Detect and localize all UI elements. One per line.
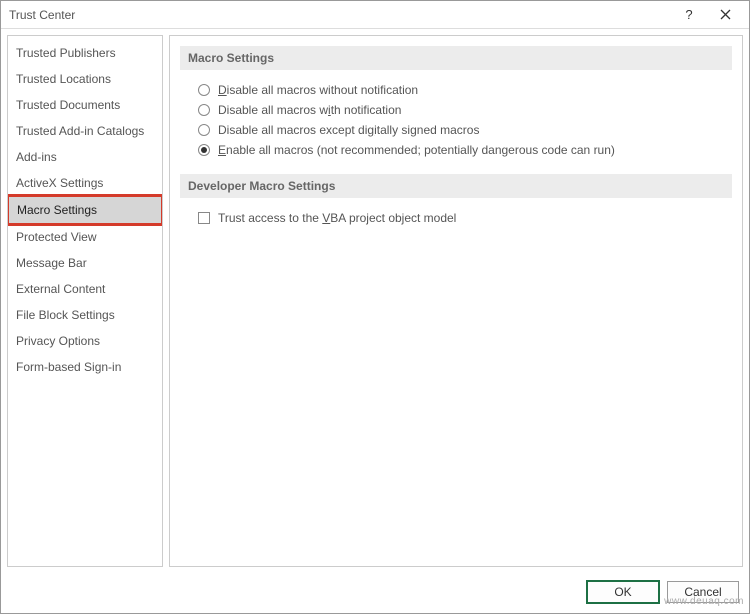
radio-icon (198, 144, 210, 156)
sidebar-item-file-block-settings[interactable]: File Block Settings (8, 302, 162, 328)
sidebar-item-macro-settings[interactable]: Macro Settings (7, 194, 163, 226)
checkbox-icon (198, 212, 210, 224)
sidebar-item-activex-settings[interactable]: ActiveX Settings (8, 170, 162, 196)
dialog-body: Trusted Publishers Trusted Locations Tru… (1, 29, 749, 573)
sidebar-item-external-content[interactable]: External Content (8, 276, 162, 302)
radio-disable-except-signed[interactable]: Disable all macros except digitally sign… (198, 120, 732, 140)
sidebar-item-trusted-publishers[interactable]: Trusted Publishers (8, 40, 162, 66)
ok-button[interactable]: OK (587, 581, 659, 603)
radio-label: Enable all macros (not recommended; pote… (218, 143, 615, 157)
radio-disable-with-notification[interactable]: Disable all macros with notification (198, 100, 732, 120)
content-pane: Macro Settings Disable all macros withou… (169, 35, 743, 567)
macro-settings-header: Macro Settings (180, 46, 732, 70)
titlebar: Trust Center ? (1, 1, 749, 29)
radio-disable-without-notification[interactable]: Disable all macros without notification (198, 80, 732, 100)
radio-enable-all-macros[interactable]: Enable all macros (not recommended; pote… (198, 140, 732, 160)
checkbox-label: Trust access to the VBA project object m… (218, 211, 456, 225)
radio-icon (198, 84, 210, 96)
sidebar-item-privacy-options[interactable]: Privacy Options (8, 328, 162, 354)
sidebar-item-message-bar[interactable]: Message Bar (8, 250, 162, 276)
radio-label: Disable all macros without notification (218, 83, 418, 97)
sidebar: Trusted Publishers Trusted Locations Tru… (7, 35, 163, 567)
radio-icon (198, 124, 210, 136)
macro-settings-group: Disable all macros without notification … (198, 80, 732, 160)
radio-icon (198, 104, 210, 116)
sidebar-item-trusted-addin-catalogs[interactable]: Trusted Add-in Catalogs (8, 118, 162, 144)
sidebar-item-addins[interactable]: Add-ins (8, 144, 162, 170)
close-icon (720, 9, 731, 20)
watermark: www.deuaq.com (664, 596, 744, 607)
dialog-footer: OK Cancel (1, 573, 749, 613)
radio-label: Disable all macros with notification (218, 103, 401, 117)
window-title: Trust Center (9, 8, 671, 22)
sidebar-item-trusted-documents[interactable]: Trusted Documents (8, 92, 162, 118)
sidebar-item-form-based-signin[interactable]: Form-based Sign-in (8, 354, 162, 380)
sidebar-item-protected-view[interactable]: Protected View (8, 224, 162, 250)
radio-label: Disable all macros except digitally sign… (218, 123, 479, 137)
close-button[interactable] (707, 1, 743, 28)
sidebar-item-trusted-locations[interactable]: Trusted Locations (8, 66, 162, 92)
checkbox-trust-vba-access[interactable]: Trust access to the VBA project object m… (198, 208, 732, 228)
help-button[interactable]: ? (671, 1, 707, 28)
trust-center-dialog: Trust Center ? Trusted Publishers Truste… (0, 0, 750, 614)
developer-macro-settings-header: Developer Macro Settings (180, 174, 732, 198)
